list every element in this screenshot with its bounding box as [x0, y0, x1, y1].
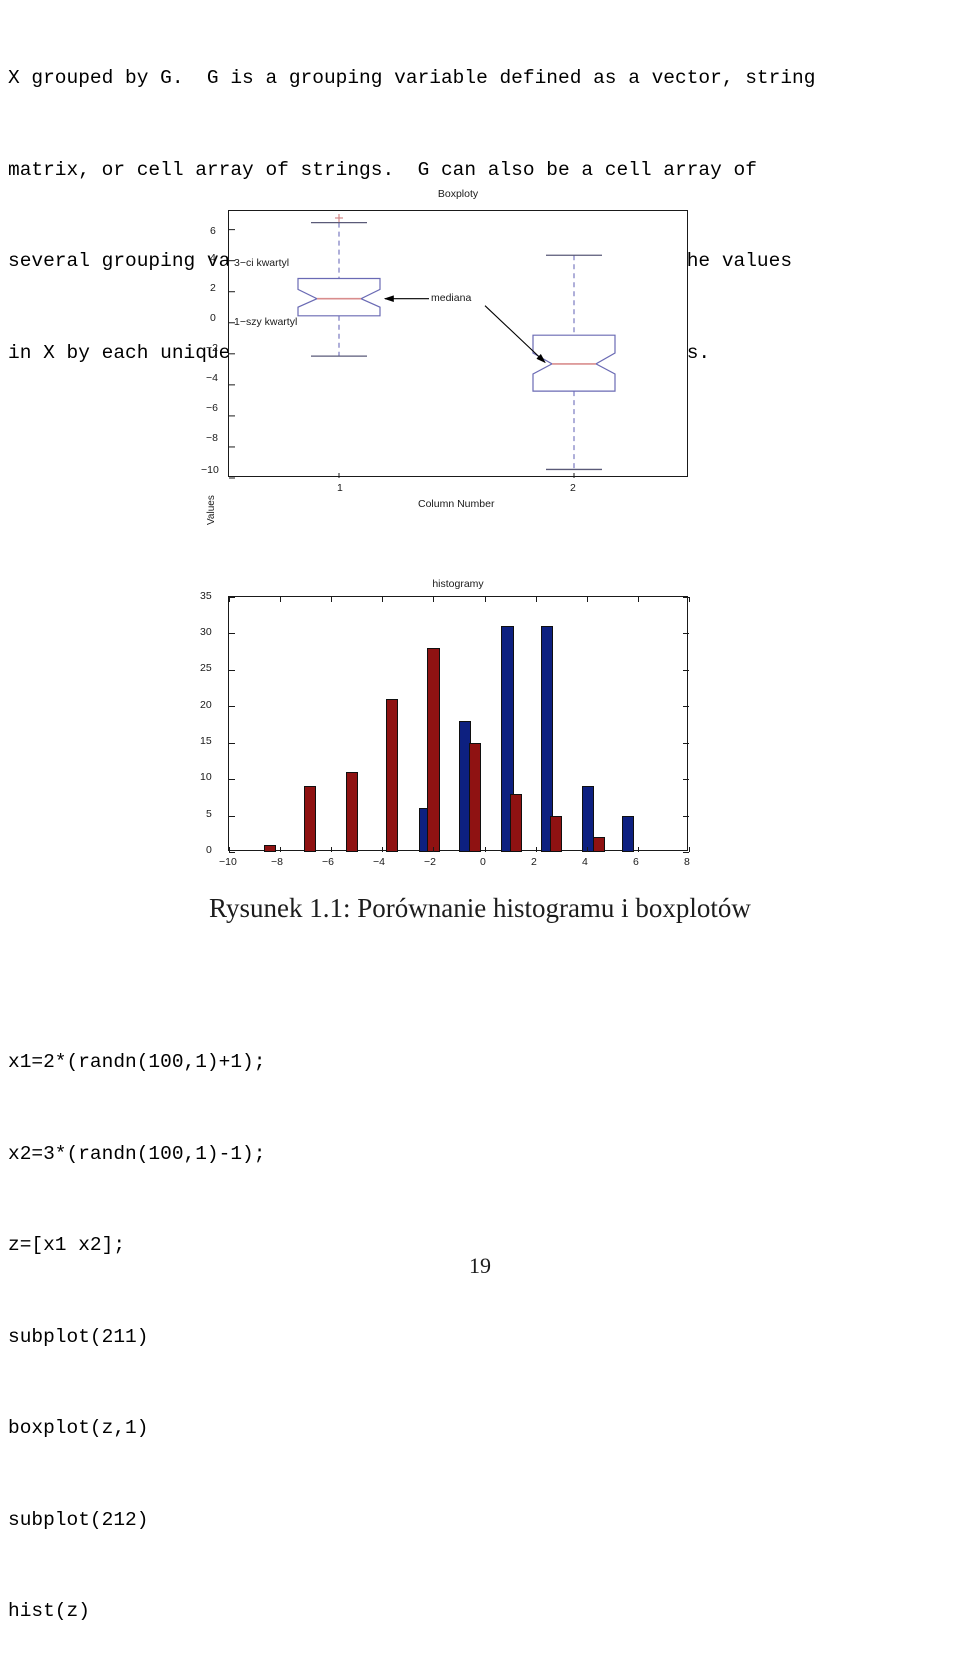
annotation-first-quartile: 1−szy kwartyl: [234, 316, 298, 328]
code-line: hist(z): [8, 1600, 90, 1622]
histogram-x-tick: [637, 597, 639, 602]
histogram-bar: [385, 699, 399, 852]
histogram-y-tick: [683, 815, 689, 817]
histogram-bar: [622, 815, 635, 852]
histogram-x-tick: [586, 597, 588, 602]
histogram-xtick-label: 4: [582, 856, 588, 868]
histogram-y-tick: [229, 669, 235, 671]
histogram-ytick-label: 5: [206, 808, 212, 820]
histogram-bars-layer: [229, 597, 689, 852]
histogram-y-tick: [229, 815, 235, 817]
histogram-x-tick: [382, 597, 384, 602]
page-number: 19: [469, 1253, 491, 1278]
histogram-bar: [468, 742, 481, 852]
boxplot-title: Boxploty: [437, 188, 479, 200]
histogram-x-tick: [535, 847, 537, 852]
histogram-y-tick: [683, 852, 689, 853]
histogram-x-tick: [535, 597, 537, 602]
histogram-ytick-label: 35: [200, 590, 212, 602]
histogram-xtick-label: −6: [322, 856, 334, 868]
histogram-xtick-label: −8: [271, 856, 283, 868]
histogram-x-tick: [689, 597, 690, 602]
histogram-ytick-label: 10: [200, 771, 212, 783]
histogram-x-tick: [280, 847, 282, 852]
histogram-y-tick: [229, 706, 235, 708]
boxplot-graphics: [229, 213, 616, 479]
histogram-xtick-label: −4: [373, 856, 385, 868]
annotation-median: mediana: [431, 292, 472, 304]
histogram-bar: [509, 793, 522, 852]
figure-1-1: Boxploty Values Column Number 6 4 2 0 −2…: [0, 175, 960, 935]
histogram-y-tick: [229, 633, 235, 635]
histogram-x-tick: [331, 847, 333, 852]
histogram-x-tick: [484, 847, 486, 852]
histogram-bar: [592, 837, 606, 852]
histogram-y-tick: [683, 669, 689, 671]
boxplot-x-axis-label: Column Number: [418, 498, 495, 510]
histogram-ytick-label: 0: [206, 844, 212, 856]
paragraph-line: X grouped by G. G is a grouping variable…: [8, 67, 816, 89]
code-listing: x1=2*(randn(100,1)+1); x2=3*(randn(100,1…: [8, 986, 708, 1657]
histogram-x-tick: [331, 597, 333, 602]
annotation-third-quartile: 3−ci kwartyl: [234, 257, 290, 269]
boxplot-ytick-label: 6: [210, 225, 216, 237]
histogram-x-tick: [637, 847, 639, 852]
histogram-x-tick: [229, 847, 230, 852]
histogram-bar: [427, 648, 440, 852]
code-line: x2=3*(randn(100,1)-1);: [8, 1142, 266, 1165]
histogram-bar: [304, 786, 317, 852]
histogram-x-tick: [280, 597, 282, 602]
boxplot-y-axis-label: Values: [206, 495, 217, 525]
histogram-x-tick: [586, 847, 588, 852]
histogram-xtick-label: 6: [633, 856, 639, 868]
boxplot-xtick-label: 2: [570, 482, 576, 494]
histogram-axes-frame: [228, 596, 690, 853]
boxplot-ytick-label: −6: [206, 402, 218, 414]
boxplot-ytick-label: −8: [206, 432, 218, 444]
histogram-y-tick: [683, 633, 689, 635]
histogram-x-tick: [382, 847, 384, 852]
histogram-x-tick: [689, 847, 690, 852]
histogram-xtick-label: −10: [219, 856, 237, 868]
boxplot-ytick-label: 2: [210, 282, 216, 294]
boxplot-ytick-label: 0: [210, 312, 216, 324]
histogram-bar: [549, 815, 562, 852]
histogram-xtick-label: −2: [424, 856, 436, 868]
histogram-x-tick: [484, 597, 486, 602]
histogram-ytick-label: 30: [200, 626, 212, 638]
histogram-ytick-label: 20: [200, 699, 212, 711]
boxplot-ytick-label: −4: [206, 372, 218, 384]
histogram-ytick-label: 25: [200, 662, 212, 674]
histogram-y-tick: [683, 779, 689, 781]
histogram-bar: [263, 844, 277, 852]
histogram-y-tick: [229, 779, 235, 781]
histogram-y-tick: [683, 742, 689, 744]
code-line: boxplot(z,1): [8, 1417, 149, 1439]
code-line: subplot(212): [8, 1508, 149, 1531]
histogram-y-tick: [683, 706, 689, 708]
code-line: x1=2*(randn(100,1)+1);: [8, 1051, 266, 1073]
histogram-xtick-label: 8: [684, 856, 690, 868]
histogram-xtick-label: 0: [480, 856, 486, 868]
histogram-ytick-label: 15: [200, 735, 212, 747]
histogram-x-tick: [433, 847, 435, 852]
boxplot-ytick-label: −2: [206, 342, 218, 354]
boxplot-ytick-label: 4: [210, 252, 216, 264]
histogram-x-tick: [229, 597, 230, 602]
code-line: subplot(211): [8, 1325, 149, 1348]
histogram-bar: [345, 771, 358, 852]
histogram-title: histogramy: [432, 578, 484, 590]
figure-caption: Rysunek 1.1: Porównanie histogramu i box…: [209, 893, 751, 923]
boxplot-xtick-label: 1: [337, 482, 343, 494]
boxplot-axes-frame: [228, 210, 688, 479]
histogram-x-tick: [433, 597, 435, 602]
boxplot-ytick-label: −10: [201, 464, 219, 476]
histogram-xtick-label: 2: [531, 856, 537, 868]
histogram-y-tick: [229, 742, 235, 744]
histogram-y-tick: [229, 852, 235, 853]
